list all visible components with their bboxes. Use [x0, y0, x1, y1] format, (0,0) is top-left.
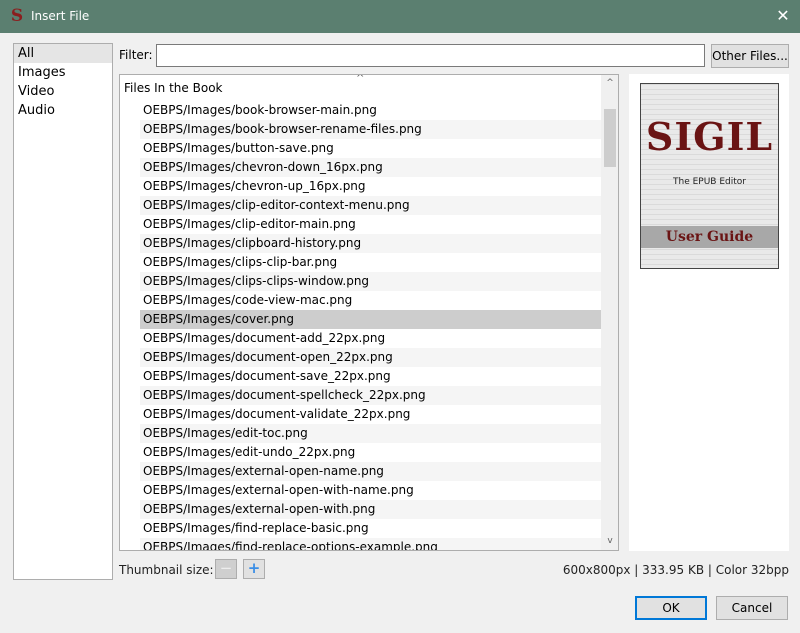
file-rows: OEBPS/Images/book-browser-main.png OEBPS…: [140, 101, 601, 550]
file-row-selected[interactable]: OEBPS/Images/cover.png: [140, 310, 601, 329]
file-row[interactable]: OEBPS/Images/document-validate_22px.png: [140, 405, 601, 424]
file-row[interactable]: OEBPS/Images/clip-editor-main.png: [140, 215, 601, 234]
file-row[interactable]: OEBPS/Images/edit-toc.png: [140, 424, 601, 443]
file-row[interactable]: OEBPS/Images/document-spellcheck_22px.pn…: [140, 386, 601, 405]
cancel-button[interactable]: Cancel: [716, 596, 788, 620]
ok-button[interactable]: OK: [635, 596, 707, 620]
type-item-audio[interactable]: Audio: [14, 101, 112, 120]
file-row[interactable]: OEBPS/Images/clip-editor-context-menu.pn…: [140, 196, 601, 215]
file-row[interactable]: OEBPS/Images/clips-clips-window.png: [140, 272, 601, 291]
file-row[interactable]: OEBPS/Images/document-add_22px.png: [140, 329, 601, 348]
file-row[interactable]: OEBPS/Images/external-open-with-name.png: [140, 481, 601, 500]
type-item-video[interactable]: Video: [14, 82, 112, 101]
file-row[interactable]: OEBPS/Images/chevron-up_16px.png: [140, 177, 601, 196]
file-row[interactable]: OEBPS/Images/clipboard-history.png: [140, 234, 601, 253]
other-files-button[interactable]: Other Files...: [711, 44, 789, 68]
tree-header[interactable]: Files In the Book: [124, 81, 222, 95]
scroll-up-icon[interactable]: ^: [601, 75, 618, 92]
file-row[interactable]: OEBPS/Images/find-replace-basic.png: [140, 519, 601, 538]
sigil-app-icon: S: [10, 6, 24, 26]
thumbnail-decrease-button[interactable]: −: [215, 559, 237, 579]
file-tree: ^ Files In the Book OEBPS/Images/book-br…: [119, 74, 619, 551]
sort-indicator-icon[interactable]: ^: [356, 75, 364, 84]
file-row[interactable]: OEBPS/Images/external-open-with.png: [140, 500, 601, 519]
image-info-text: 600x800px | 333.95 KB | Color 32bpp: [562, 563, 789, 577]
close-icon[interactable]: ✕: [766, 0, 800, 33]
type-item-all[interactable]: All: [14, 44, 112, 63]
filter-label: Filter:: [119, 48, 153, 62]
file-row[interactable]: OEBPS/Images/clips-clip-bar.png: [140, 253, 601, 272]
file-row[interactable]: OEBPS/Images/document-save_22px.png: [140, 367, 601, 386]
file-row[interactable]: OEBPS/Images/chevron-down_16px.png: [140, 158, 601, 177]
window-title: Insert File: [31, 9, 90, 23]
title-bar: S Insert File ✕: [0, 0, 800, 33]
type-item-images[interactable]: Images: [14, 63, 112, 82]
file-row[interactable]: OEBPS/Images/document-open_22px.png: [140, 348, 601, 367]
file-row[interactable]: OEBPS/Images/edit-undo_22px.png: [140, 443, 601, 462]
cover-guide-title: User Guide: [665, 229, 754, 245]
preview-pane: SIGIL The EPUB Editor User Guide: [629, 74, 789, 551]
file-row[interactable]: OEBPS/Images/button-save.png: [140, 139, 601, 158]
file-type-list: All Images Video Audio: [13, 43, 113, 580]
filter-input[interactable]: [156, 44, 705, 67]
file-row[interactable]: OEBPS/Images/book-browser-rename-files.p…: [140, 120, 601, 139]
scrollbar-thumb[interactable]: [604, 109, 616, 167]
cover-subtitle: The EPUB Editor: [673, 177, 746, 187]
thumbnail-increase-button[interactable]: +: [243, 559, 265, 579]
vertical-scrollbar[interactable]: ^ v: [601, 75, 618, 550]
cover-logo: SIGIL: [645, 114, 774, 159]
scroll-down-icon[interactable]: v: [601, 533, 618, 550]
file-row[interactable]: OEBPS/Images/code-view-mac.png: [140, 291, 601, 310]
cover-thumbnail-image: SIGIL The EPUB Editor User Guide: [640, 83, 779, 269]
file-row[interactable]: OEBPS/Images/find-replace-options-exampl…: [140, 538, 601, 550]
thumbnail-size-label: Thumbnail size:: [119, 563, 214, 577]
file-row[interactable]: OEBPS/Images/book-browser-main.png: [140, 101, 601, 120]
file-row[interactable]: OEBPS/Images/external-open-name.png: [140, 462, 601, 481]
